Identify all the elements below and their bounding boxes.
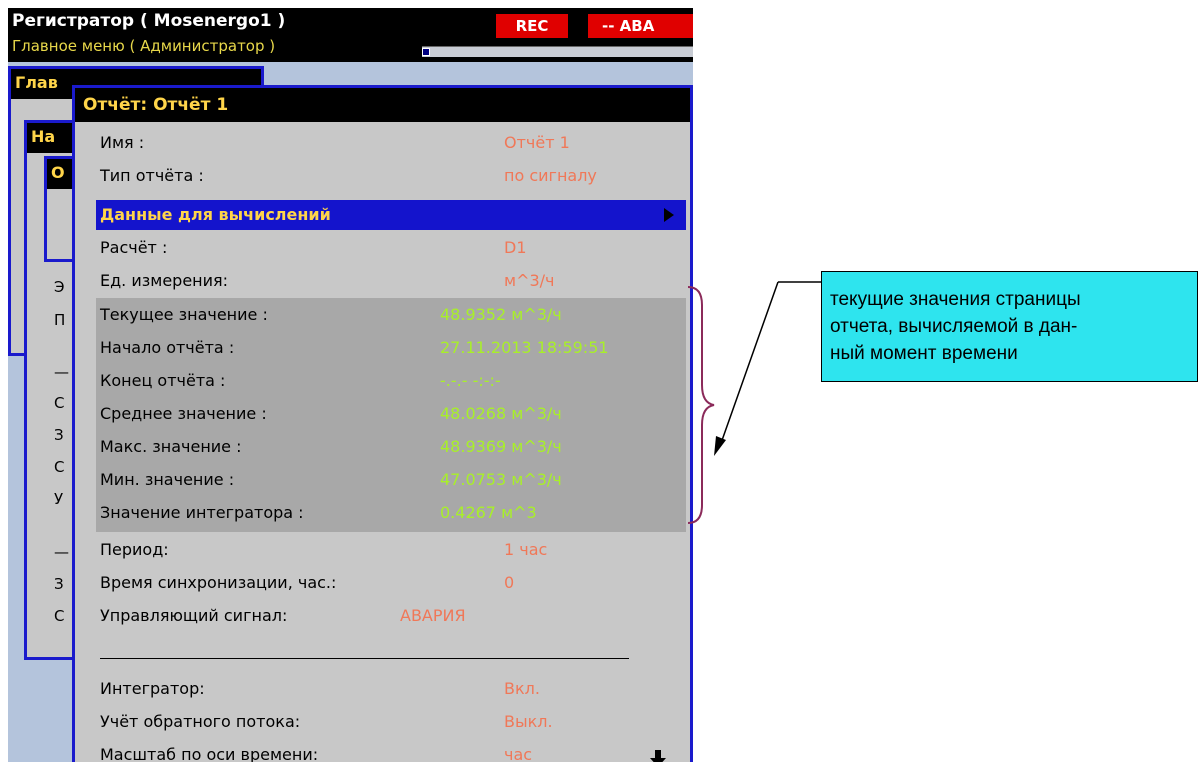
row-value: м^3/ч [504,271,555,290]
row-label: Конец отчёта : [100,371,226,390]
row-reverse-flow[interactable]: Учёт обратного потока: Выкл. [100,707,680,737]
row-value: 48.9352 м^3/ч [440,305,562,324]
row-report-end: Конец отчёта : -.-.- -:-:- [100,366,680,396]
dialog-title: Отчёт: Отчёт 1 [75,88,690,122]
row-max-value: Макс. значение : 48.9369 м^3/ч [100,432,680,462]
memory-progress-bar [422,46,693,57]
background-menu-item: П [54,311,66,329]
row-value: 1 час [504,540,548,559]
row-value: час [504,745,533,762]
alarm-badge: -- АВА [588,14,693,38]
menu-breadcrumb: Главное меню ( Администратор ) [12,37,276,55]
row-label: Ед. измерения: [100,271,229,290]
row-label: Масштаб по оси времени: [100,745,319,762]
row-integrator-value: Значение интегратора : 0.4267 м^3 [100,498,680,528]
row-period[interactable]: Период: 1 час [100,535,680,565]
divider [100,658,629,659]
row-report-start: Начало отчёта : 27.11.2013 18:59:51 [100,333,680,363]
progress-marker [422,48,430,56]
submenu-arrow-icon [664,208,674,222]
row-value: Выкл. [504,712,553,731]
row-label: Значение интегратора : [100,503,304,522]
row-value: 48.9369 м^3/ч [440,437,562,456]
row-label: Период: [100,540,169,559]
background-menu-item: С [54,394,65,412]
background-menu-item: — [54,363,69,381]
row-value: Отчёт 1 [504,133,570,152]
background-menu-item: З [54,575,64,593]
row-value: 27.11.2013 18:59:51 [440,338,609,357]
row-label: Управляющий сигнал: [100,606,288,625]
row-value: АВАРИЯ [400,606,466,625]
background-menu-item: У [54,490,64,508]
row-min-value: Мин. значение : 47.0753 м^3/ч [100,465,680,495]
background-menu-item: С [54,458,65,476]
report-dialog: Отчёт: Отчёт 1 Имя : Отчёт 1 Тип отчёта … [72,85,693,762]
row-value: по сигналу [504,166,597,185]
row-label: Макс. значение : [100,437,242,456]
row-report-type[interactable]: Тип отчёта : по сигналу [100,161,680,191]
background-menu-item: Э [54,278,65,296]
scroll-down-arrow-icon[interactable] [650,750,666,762]
row-label: Среднее значение : [100,404,267,423]
recorder-screen: Регистратор ( Mosenergo1 ) Главное меню … [8,8,693,762]
row-label: Текущее значение : [100,305,268,324]
row-current-value: Текущее значение : 48.9352 м^3/ч [100,300,680,330]
row-label: Время синхронизации, час.: [100,573,337,592]
annotation-callout: текущие значения страницы отчета, вычисл… [821,271,1198,382]
row-label: Учёт обратного потока: [100,712,301,731]
row-label: Мин. значение : [100,470,235,489]
row-value: 48.0268 м^3/ч [440,404,562,423]
row-value: 0 [504,573,515,592]
row-name[interactable]: Имя : Отчёт 1 [100,128,680,158]
annotation-line: ный момент времени [830,343,1018,364]
row-calculation[interactable]: Расчёт : D1 [100,233,680,263]
background-menu-item: С [54,607,65,625]
row-value: 0.4267 м^3 [440,503,537,522]
background-menu-item: З [54,426,64,444]
row-label: Тип отчёта : [100,166,204,185]
row-value: -.-.- -:-:- [440,371,501,390]
row-label: Расчёт : [100,238,168,257]
device-title: Регистратор ( Mosenergo1 ) [12,11,286,31]
rec-badge: REC [496,14,568,38]
row-time-scale[interactable]: Масштаб по оси времени: час [100,740,680,762]
row-label: Интегратор: [100,679,205,698]
row-value: Вкл. [504,679,540,698]
row-average-value: Среднее значение : 48.0268 м^3/ч [100,399,680,429]
row-integrator[interactable]: Интегратор: Вкл. [100,674,680,704]
row-value: 47.0753 м^3/ч [440,470,562,489]
annotation-line: текущие значения страницы [830,289,1081,310]
row-control-signal[interactable]: Управляющий сигнал: АВАРИЯ [100,601,680,631]
status-bar: Регистратор ( Mosenergo1 ) Главное меню … [8,8,693,62]
row-unit[interactable]: Ед. измерения: м^3/ч [100,266,680,296]
row-value: D1 [504,238,527,257]
background-menu-item: — [54,543,69,561]
pointer-arrow-icon [714,281,822,456]
row-label: Имя : [100,133,145,152]
row-label: Данные для вычислений [100,205,331,224]
annotation-line: отчета, вычисляемой в дан- [830,316,1078,337]
row-sync-time[interactable]: Время синхронизации, час.: 0 [100,568,680,598]
row-calculation-data-selected[interactable]: Данные для вычислений [96,200,686,230]
row-label: Начало отчёта : [100,338,235,357]
